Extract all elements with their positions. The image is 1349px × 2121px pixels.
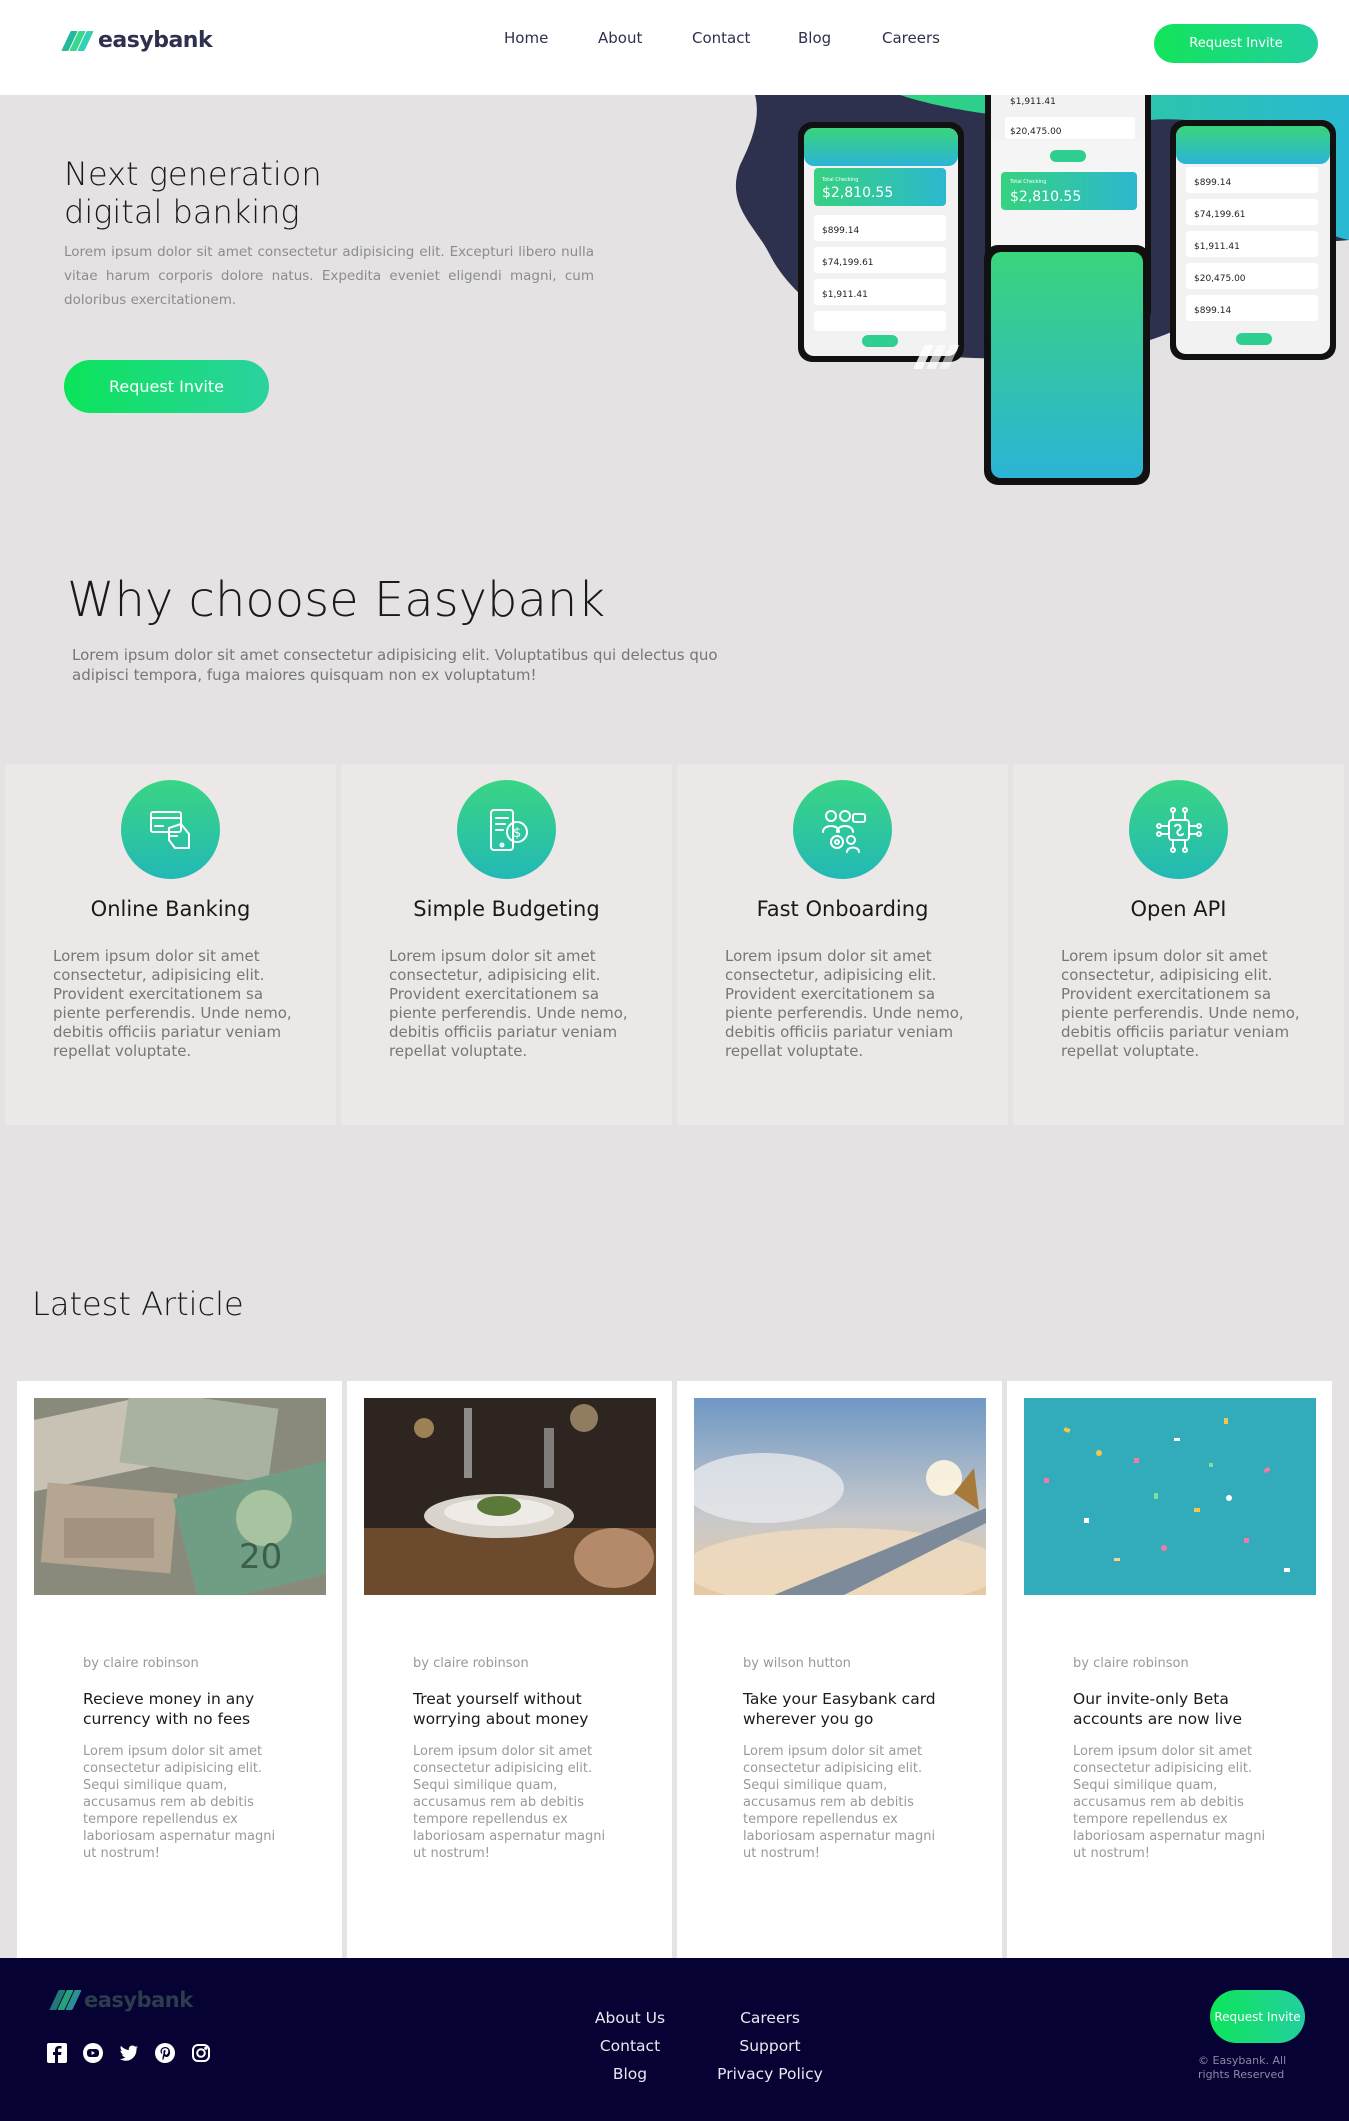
svg-text:$899.14: $899.14 — [1194, 178, 1231, 188]
nav-blog[interactable]: Blog — [798, 29, 834, 47]
footer-link-careers[interactable]: Careers — [715, 2004, 825, 2032]
feature-title: Open API — [1130, 897, 1227, 921]
hero-title-line2: digital banking — [64, 193, 300, 231]
article-title[interactable]: Recieve money in any currency with no fe… — [83, 1689, 313, 1729]
svg-text:$1,911.41: $1,911.41 — [1194, 242, 1240, 252]
why-title: Why choose Easybank — [67, 572, 606, 628]
footer-links-col1: About Us Contact Blog — [590, 2004, 670, 2088]
svg-text:Total Checking: Total Checking — [821, 177, 858, 183]
footer-link-contact[interactable]: Contact — [590, 2032, 670, 2060]
social-links — [46, 2042, 212, 2064]
logo-mark-icon — [61, 29, 94, 53]
feature-card-online-banking: Online Banking Lorem ipsum dolor sit ame… — [5, 764, 336, 1125]
brand-logo[interactable]: easybank — [61, 28, 213, 53]
svg-text:$74,199.61: $74,199.61 — [1194, 210, 1246, 220]
svg-text:$20,475.00: $20,475.00 — [1194, 274, 1246, 284]
article-excerpt: Lorem ipsum dolor sit amet consectetur a… — [83, 1744, 276, 1861]
request-invite-button[interactable]: Request Invite — [1154, 24, 1318, 63]
api-chip-icon — [1129, 780, 1228, 879]
article-author: by claire robinson — [1073, 1656, 1189, 1671]
onboarding-icon — [793, 780, 892, 879]
latest-article-title: Latest Article — [32, 1285, 244, 1323]
feature-title: Online Banking — [90, 897, 251, 921]
article-card[interactable]: by claire robinson Treat yourself withou… — [347, 1381, 672, 1958]
footer-links-col2: Careers Support Privacy Policy — [715, 2004, 825, 2088]
svg-text:$1,911.41: $1,911.41 — [1010, 97, 1056, 107]
hero-description: Lorem ipsum dolor sit amet consectetur a… — [64, 244, 594, 308]
article-excerpt: Lorem ipsum dolor sit amet consectetur a… — [413, 1744, 606, 1861]
nav-careers[interactable]: Careers — [882, 29, 942, 47]
svg-text:20: 20 — [239, 1537, 282, 1577]
hero-title-line1: Next generation — [64, 155, 322, 193]
footer-brand-logo[interactable]: easybank — [49, 1988, 193, 2012]
article-excerpt: Lorem ipsum dolor sit amet consectetur a… — [1073, 1744, 1266, 1861]
site-footer: easybank About Us Contact Blog Careers S… — [0, 1958, 1349, 2121]
site-header: easybank Home About Contact Blog Careers… — [0, 0, 1349, 95]
facebook-icon[interactable] — [46, 2042, 68, 2064]
article-author: by claire robinson — [83, 1656, 199, 1671]
svg-text:$2,810.55: $2,810.55 — [1010, 189, 1081, 205]
nav-home[interactable]: Home — [504, 29, 548, 47]
online-banking-icon — [121, 780, 220, 879]
footer-link-support[interactable]: Support — [715, 2032, 825, 2060]
feature-title: Fast Onboarding — [756, 897, 929, 921]
brand-name: easybank — [98, 28, 213, 53]
article-title[interactable]: Take your Easybank card wherever you go — [743, 1689, 973, 1729]
footer-link-about-us[interactable]: About Us — [590, 2004, 670, 2032]
features-grid: Online Banking Lorem ipsum dolor sit ame… — [5, 764, 1349, 1125]
article-card[interactable]: by wilson hutton Take your Easybank card… — [677, 1381, 1002, 1958]
hero-phones-illustration: Total Checking $2,810.55 $899.14 $74,199… — [730, 95, 1349, 495]
article-card[interactable]: by claire robinson Our invite-only Beta … — [1007, 1381, 1332, 1958]
article-title[interactable]: Our invite-only Beta accounts are now li… — [1073, 1689, 1303, 1729]
feature-description: Lorem ipsum dolor sit amet consectetur, … — [1061, 947, 1300, 1060]
feature-card-fast-onboarding: Fast Onboarding Lorem ipsum dolor sit am… — [677, 764, 1008, 1125]
youtube-icon[interactable] — [82, 2042, 104, 2064]
feature-description: Lorem ipsum dolor sit amet consectetur, … — [725, 947, 964, 1060]
phones-mockup: Total Checking $2,810.55 $899.14 $74,199… — [735, 95, 1349, 485]
article-title[interactable]: Treat yourself without worrying about mo… — [413, 1689, 643, 1729]
footer-link-privacy-policy[interactable]: Privacy Policy — [715, 2060, 825, 2088]
footer-brand-name: easybank — [84, 1988, 193, 2012]
feature-description: Lorem ipsum dolor sit amet consectetur, … — [389, 947, 628, 1060]
svg-text:$2,810.55: $2,810.55 — [822, 185, 893, 201]
svg-text:$: $ — [513, 826, 521, 841]
articles-grid: 20 by claire robinson Recieve money in a… — [0, 1381, 1349, 1958]
footer-link-blog[interactable]: Blog — [590, 2060, 670, 2088]
article-author: by claire robinson — [413, 1656, 529, 1671]
nav-about[interactable]: About — [598, 29, 644, 47]
feature-card-open-api: Open API Lorem ipsum dolor sit amet cons… — [1013, 764, 1344, 1125]
currency-photo[interactable]: 20 — [34, 1398, 326, 1595]
svg-text:Total Checking: Total Checking — [1009, 179, 1046, 185]
feature-card-simple-budgeting: $ Simple Budgeting Lorem ipsum dolor sit… — [341, 764, 672, 1125]
instagram-icon[interactable] — [190, 2042, 212, 2064]
svg-text:$899.14: $899.14 — [1194, 306, 1231, 316]
svg-text:$74,199.61: $74,199.61 — [822, 258, 874, 268]
footer-request-invite-button[interactable]: Request Invite — [1210, 1990, 1305, 2043]
article-excerpt: Lorem ipsum dolor sit amet consectetur a… — [743, 1744, 936, 1861]
restaurant-photo[interactable] — [364, 1398, 656, 1595]
plane-photo[interactable] — [694, 1398, 986, 1595]
nav-contact[interactable]: Contact — [692, 29, 750, 47]
budgeting-icon: $ — [457, 780, 556, 879]
hero-title: Next generation digital banking — [64, 155, 464, 231]
why-description: Lorem ipsum dolor sit amet consectetur a… — [72, 646, 718, 684]
feature-description: Lorem ipsum dolor sit amet consectetur, … — [53, 947, 292, 1060]
svg-text:$899.14: $899.14 — [822, 226, 859, 236]
svg-text:$1,911.41: $1,911.41 — [822, 290, 868, 300]
confetti-photo[interactable] — [1024, 1398, 1316, 1595]
copyright-text: © Easybank. All rights Reserved — [1198, 2054, 1287, 2081]
article-author: by wilson hutton — [743, 1656, 851, 1671]
twitter-icon[interactable] — [118, 2042, 140, 2064]
article-card[interactable]: 20 by claire robinson Recieve money in a… — [17, 1381, 342, 1958]
svg-text:$20,475.00: $20,475.00 — [1010, 127, 1062, 137]
hero-request-invite-button[interactable]: Request Invite — [64, 360, 269, 413]
pinterest-icon[interactable] — [154, 2042, 176, 2064]
logo-mark-icon — [49, 1988, 82, 2012]
feature-title: Simple Budgeting — [413, 897, 600, 921]
